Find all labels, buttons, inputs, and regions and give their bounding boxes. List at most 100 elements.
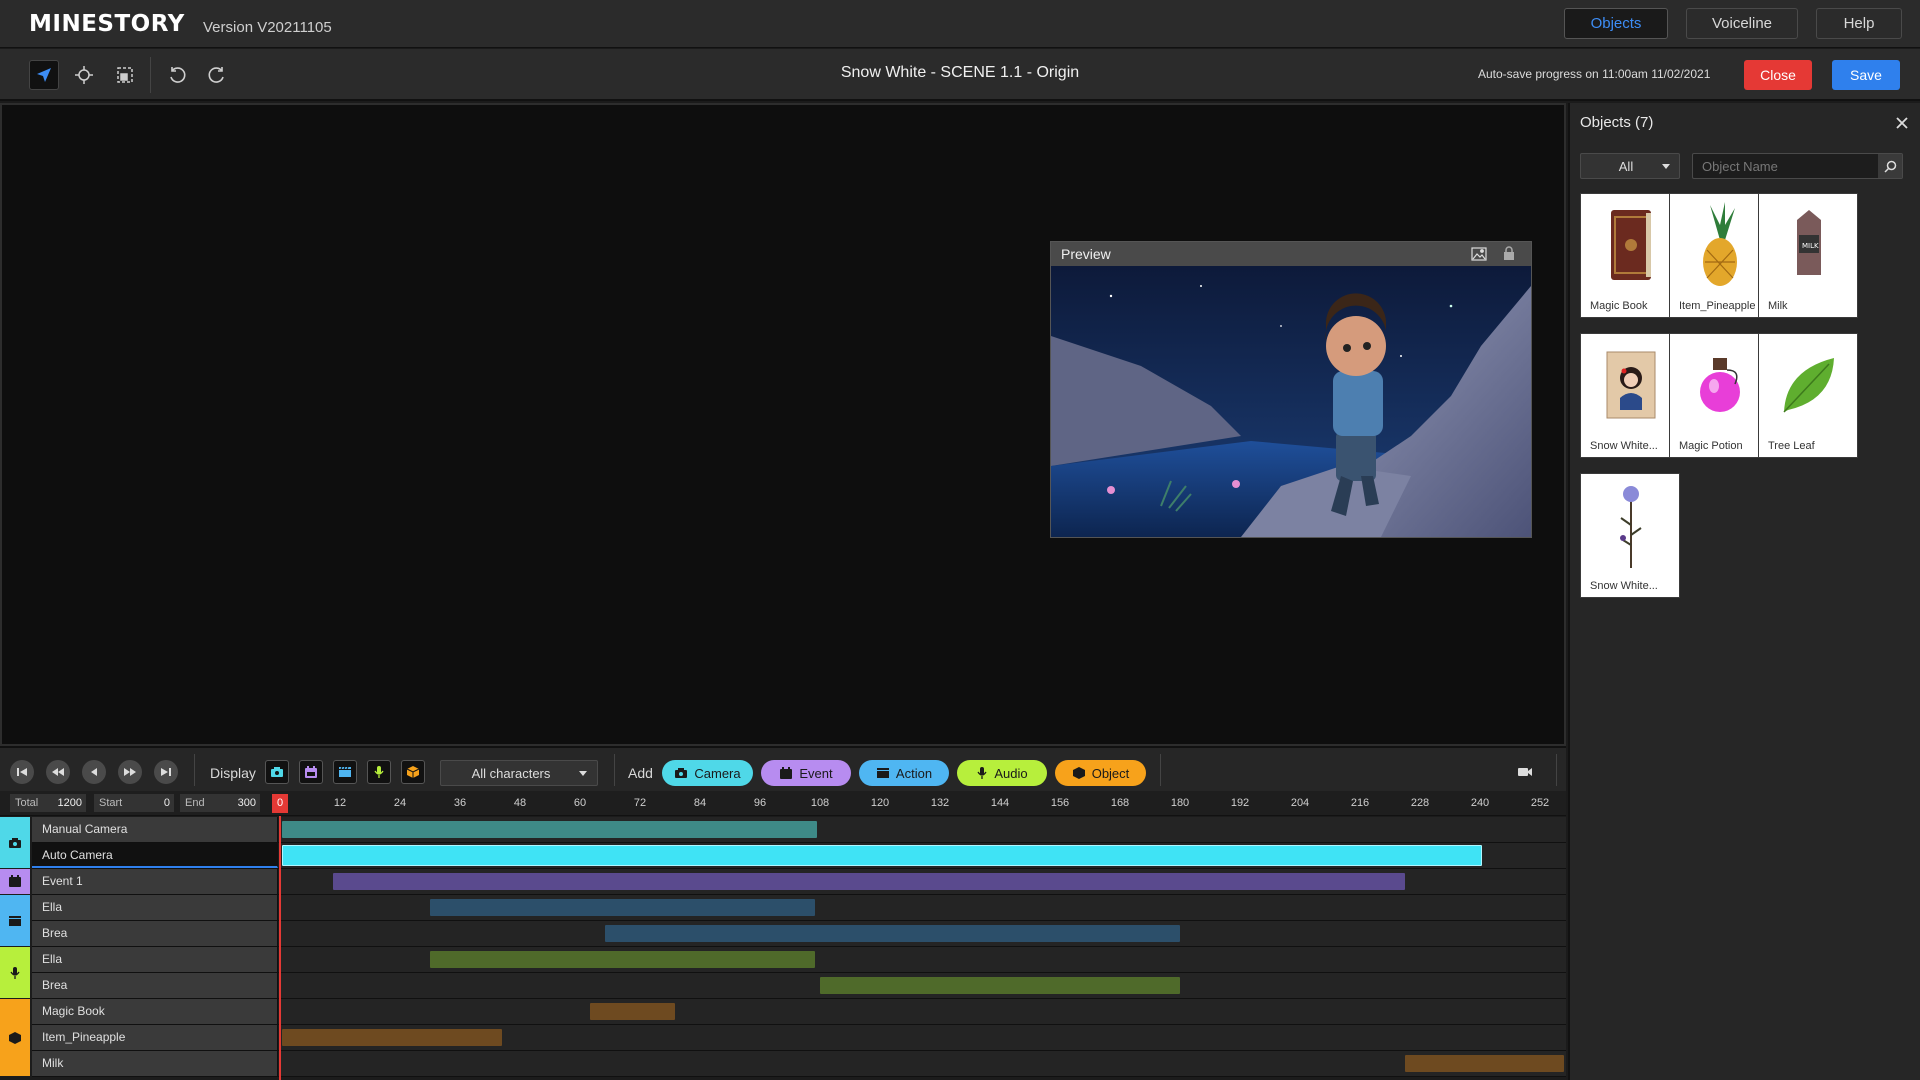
track-clip[interactable] [332, 873, 1405, 890]
track-name[interactable]: Auto Camera [32, 843, 278, 868]
close-button[interactable]: Close [1744, 60, 1812, 90]
display-camera-toggle[interactable] [265, 760, 289, 784]
track-lane[interactable] [280, 843, 1566, 868]
nav-help[interactable]: Help [1816, 8, 1902, 39]
object-card-tree-leaf[interactable]: Tree Leaf [1758, 333, 1858, 458]
lock-icon[interactable] [1503, 246, 1515, 261]
object-card-snow-white-poster[interactable]: Snow White... [1580, 333, 1680, 458]
track-lane[interactable] [280, 921, 1566, 946]
close-icon[interactable] [1892, 113, 1912, 133]
step-back-button[interactable] [82, 760, 106, 784]
character-filter-dropdown[interactable]: All characters [440, 760, 598, 786]
add-event-button[interactable]: Event [761, 760, 851, 786]
preview-window[interactable]: Preview [1050, 241, 1532, 538]
frame-select-tool-button[interactable] [110, 60, 140, 90]
toolbar: Snow White - SCENE 1.1 - Origin Auto-sav… [0, 49, 1920, 101]
total-frames-field[interactable]: Total 1200 [10, 794, 86, 812]
start-frame-field[interactable]: Start 0 [94, 794, 174, 812]
track-lane[interactable] [280, 973, 1566, 998]
scene-viewport[interactable]: Preview [0, 103, 1566, 746]
object-search-input[interactable] [1693, 154, 1878, 178]
object-card-magic-book[interactable]: Magic Book [1580, 193, 1680, 318]
end-frame-field[interactable]: End 300 [180, 794, 260, 812]
track-lane[interactable] [280, 999, 1566, 1024]
object-card-snow-white-flower[interactable]: Snow White... [1580, 473, 1680, 598]
track-lane[interactable] [280, 895, 1566, 920]
skip-to-start-button[interactable] [10, 760, 34, 784]
timeline-ruler[interactable]: Total 1200 Start 0 End 300 0 12 24 36 48 60 7… [0, 791, 1566, 816]
object-card-milk[interactable]: MILK Milk [1758, 193, 1858, 318]
timeline-track[interactable]: Ella [32, 895, 1566, 921]
fast-forward-button[interactable] [118, 760, 142, 784]
object-card-magic-potion[interactable]: Magic Potion [1669, 333, 1769, 458]
track-clip[interactable] [605, 925, 1180, 942]
redo-button[interactable] [202, 60, 232, 90]
track-lane[interactable] [280, 1025, 1566, 1050]
timeline-track[interactable]: Item_Pineapple [32, 1025, 1566, 1051]
display-audio-toggle[interactable] [367, 760, 391, 784]
add-audio-button[interactable]: Audio [957, 760, 1047, 786]
nav-objects[interactable]: Objects [1564, 8, 1668, 39]
ruler-tick: 96 [753, 797, 767, 809]
timeline-track[interactable]: Brea [32, 973, 1566, 999]
track-lane[interactable] [280, 1051, 1566, 1076]
track-lane[interactable] [280, 869, 1566, 894]
object-search [1692, 153, 1903, 179]
skip-to-end-button[interactable] [154, 760, 178, 784]
track-name[interactable]: Magic Book [32, 999, 278, 1024]
timeline-track[interactable]: Magic Book [32, 999, 1566, 1025]
add-label: Add [628, 765, 653, 781]
track-name[interactable]: Manual Camera [32, 817, 278, 842]
ruler-tick: 216 [1350, 797, 1370, 809]
track-name[interactable]: Brea [32, 921, 278, 946]
track-name[interactable]: Milk [32, 1051, 278, 1076]
timeline-track[interactable]: Brea [32, 921, 1566, 947]
timeline-track[interactable]: Ella [32, 947, 1566, 973]
rewind-button[interactable] [46, 760, 70, 784]
timeline-track[interactable]: Auto Camera [32, 843, 1566, 869]
track-name[interactable]: Brea [32, 973, 278, 998]
add-event-label: Event [799, 765, 833, 781]
undo-button[interactable] [162, 60, 192, 90]
track-clip[interactable] [430, 899, 815, 916]
timeline-track[interactable]: Manual Camera [32, 817, 1566, 843]
track-lane[interactable] [280, 817, 1566, 842]
track-name[interactable]: Item_Pineapple [32, 1025, 278, 1050]
ruler-tick: 192 [1230, 797, 1250, 809]
move-tool-button[interactable] [69, 60, 99, 90]
track-clip[interactable] [590, 1003, 675, 1020]
display-action-toggle[interactable] [333, 760, 357, 784]
record-camera-button[interactable] [1513, 760, 1537, 784]
timeline-track[interactable]: Event 1 [32, 869, 1566, 895]
add-action-button[interactable]: Action [859, 760, 949, 786]
object-filter-dropdown[interactable]: All [1580, 153, 1680, 179]
playhead-line[interactable] [279, 816, 281, 1080]
clapperboard-icon [876, 768, 889, 778]
track-clip[interactable] [1405, 1055, 1564, 1072]
timeline-track[interactable]: Milk [32, 1051, 1566, 1077]
track-clip[interactable] [282, 845, 1482, 866]
object-card-item-pineapple[interactable]: Item_Pineapple [1669, 193, 1769, 318]
track-clip[interactable] [820, 977, 1180, 994]
app-version: Version V20211105 [203, 19, 332, 36]
image-icon[interactable] [1471, 247, 1487, 261]
track-clip[interactable] [282, 821, 817, 838]
add-object-button[interactable]: Object [1055, 760, 1146, 786]
track-clip[interactable] [282, 1029, 502, 1046]
add-camera-button[interactable]: Camera [662, 760, 753, 786]
track-clip[interactable] [430, 951, 815, 968]
select-tool-button[interactable] [29, 60, 59, 90]
display-object-toggle[interactable] [401, 760, 425, 784]
save-button[interactable]: Save [1832, 60, 1900, 90]
search-button[interactable] [1878, 154, 1902, 178]
nav-voiceline[interactable]: Voiceline [1686, 8, 1798, 39]
track-name[interactable]: Event 1 [32, 869, 278, 894]
track-lane[interactable] [280, 947, 1566, 972]
track-name[interactable]: Ella [32, 947, 278, 972]
playhead-marker[interactable]: 0 [272, 794, 288, 813]
event-icon [305, 765, 317, 778]
display-event-toggle[interactable] [299, 760, 323, 784]
add-camera-label: Camera [694, 765, 741, 781]
play-reverse-icon [91, 768, 97, 776]
track-name[interactable]: Ella [32, 895, 278, 920]
